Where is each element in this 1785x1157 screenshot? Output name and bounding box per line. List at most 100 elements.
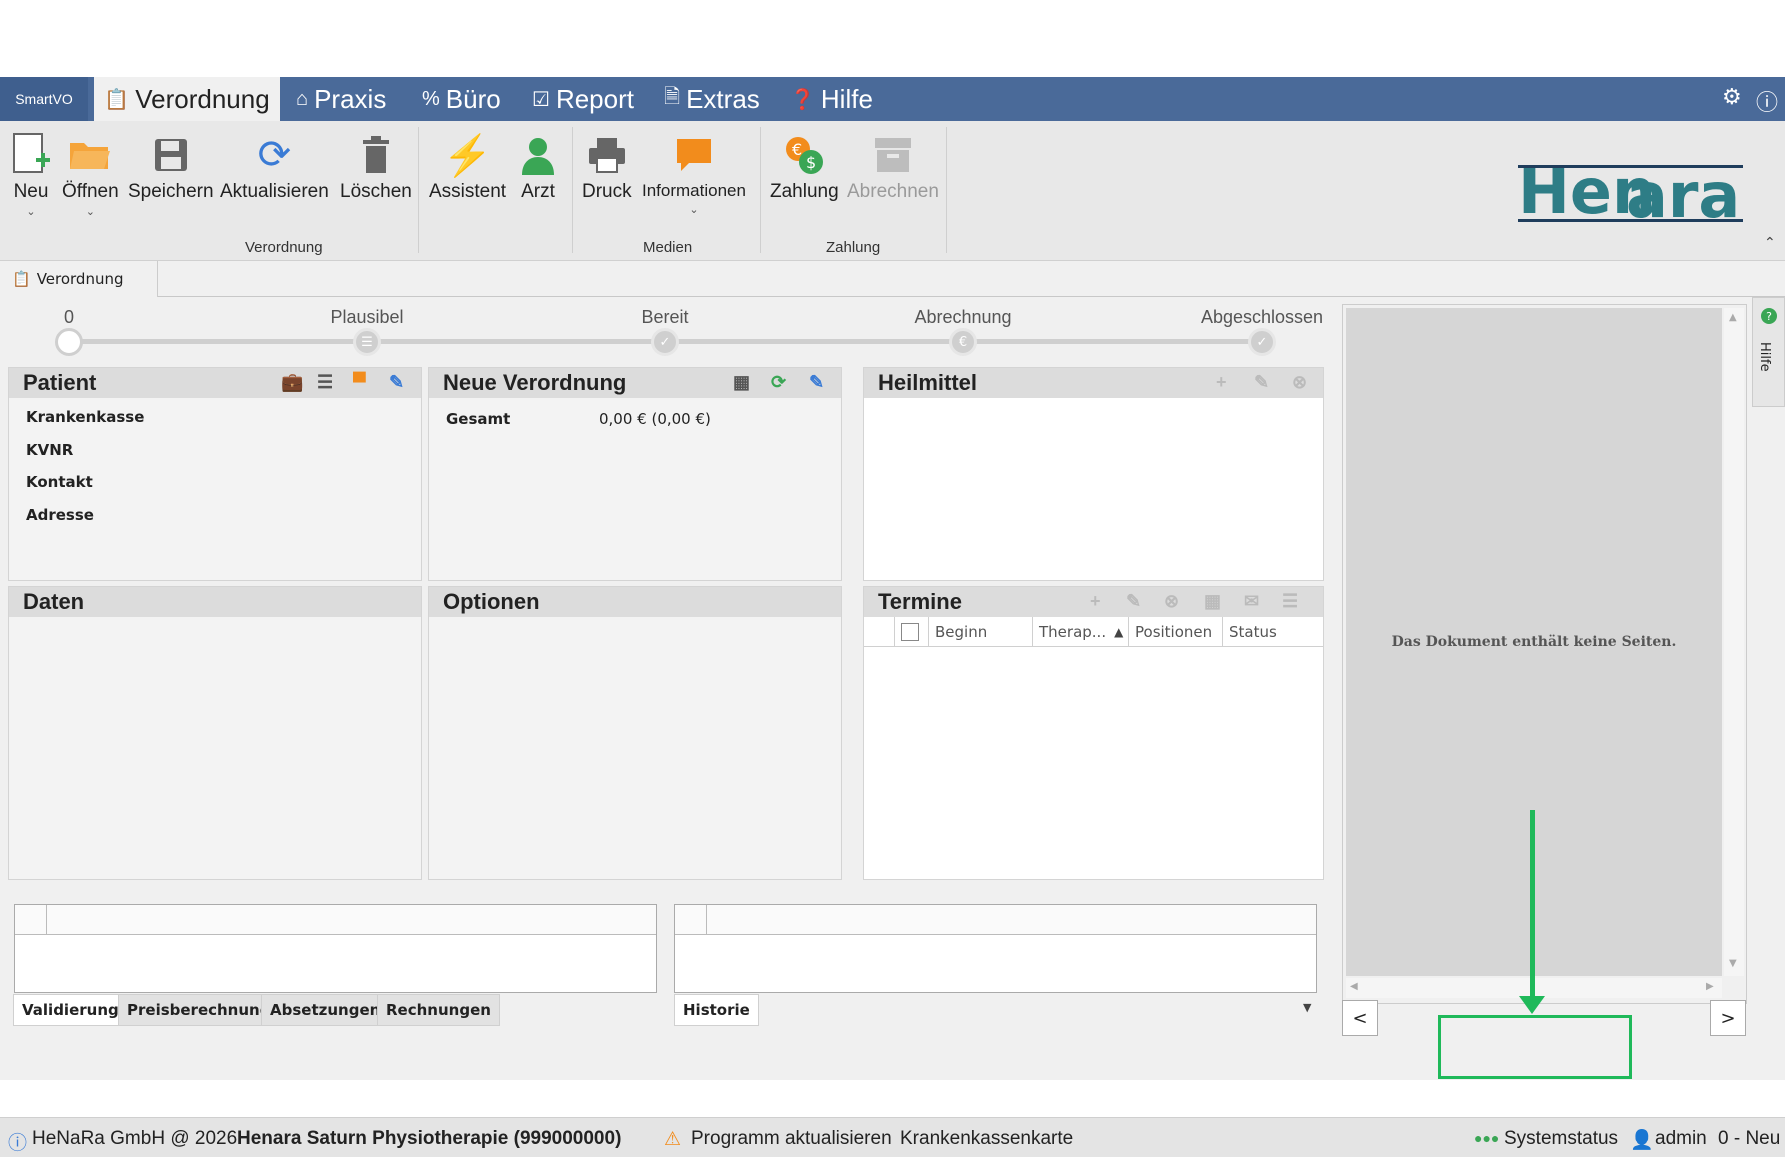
tab-historie[interactable]: Historie: [674, 994, 759, 1026]
tab-label: Büro: [445, 83, 501, 114]
scroll-down-icon[interactable]: ▼: [1729, 958, 1737, 969]
tab-absetzungen[interactable]: Absetzungen: [261, 994, 390, 1026]
ribbon-separator: [418, 127, 419, 253]
calendar-icon[interactable]: ▦: [733, 372, 750, 393]
assistent-button[interactable]: ⚡ Assistent: [429, 129, 506, 203]
percent-icon: %: [422, 87, 440, 110]
clipboard-check-icon: ☑: [532, 88, 550, 111]
column-header-status[interactable]: Status: [1222, 617, 1324, 647]
tab-preisberechnung[interactable]: Preisberechnung: [118, 994, 280, 1026]
step-label: 0: [63, 307, 75, 327]
gesamt-label: Gesamt: [446, 410, 511, 428]
smartvo-button[interactable]: SmartVO: [0, 77, 88, 121]
gear-icon[interactable]: ⚙: [1722, 85, 1742, 110]
oeffnen-button[interactable]: Öffnen ⌄: [62, 129, 119, 218]
document-tab-verordnung[interactable]: 📋 Verordnung: [0, 261, 158, 297]
health-card-link[interactable]: Krankenkassenkarte: [900, 1128, 1073, 1150]
remove-icon[interactable]: ⊗: [1164, 591, 1179, 612]
tab-label: Hilfe: [820, 83, 873, 114]
collapse-ribbon-icon[interactable]: ⌃: [1764, 235, 1776, 251]
tab-validierung[interactable]: Validierung: [13, 994, 128, 1026]
column-label: Status: [1229, 623, 1277, 641]
menubar: SmartVO 📋 Verordnung ⌂ Praxis % Büro ☑ R…: [0, 77, 1785, 121]
ribbon-separator: [946, 127, 947, 253]
druck-button[interactable]: Druck: [582, 129, 632, 203]
remove-icon[interactable]: ⊗: [1292, 372, 1307, 393]
column-header-therapeut[interactable]: Therap... ▲: [1032, 617, 1128, 647]
chevron-down-icon: ⌄: [26, 206, 36, 218]
scroll-up-icon[interactable]: ▲: [1729, 312, 1737, 323]
tab-praxis[interactable]: ⌂ Praxis: [296, 77, 386, 121]
save-icon: [153, 129, 189, 181]
refresh-icon[interactable]: ⟳: [771, 372, 786, 393]
chat-icon[interactable]: ▀: [353, 372, 366, 393]
briefcase-icon[interactable]: 💼: [281, 372, 303, 393]
dropdown-arrow-icon[interactable]: ▼: [1303, 1001, 1311, 1014]
button-label: Assistent: [429, 181, 507, 202]
help-icon: ❓: [790, 88, 815, 111]
ribbon: Neu ⌄ Öffnen ⌄ Speichern ⟳ Aktualisieren…: [0, 121, 1785, 261]
button-label: Arzt: [521, 181, 555, 202]
tab-buero[interactable]: % Büro: [422, 77, 501, 121]
document-preview: Das Dokument enthält keine Seiten. ▲ ▼ ◀…: [1342, 304, 1747, 1004]
neu-button[interactable]: Neu ⌄: [12, 129, 50, 218]
button-label: Löschen: [340, 181, 412, 202]
arzt-button[interactable]: Arzt: [520, 129, 556, 203]
previous-page-button[interactable]: <: [1342, 1000, 1378, 1036]
informationen-button[interactable]: Informationen ⌄: [642, 129, 746, 216]
step-dot-bereit: ✓: [651, 328, 679, 356]
help-side-tab[interactable]: ? Hilfe: [1752, 297, 1785, 407]
step-dot-abrechnung: €: [949, 328, 977, 356]
systemstatus-button[interactable]: Systemstatus: [1504, 1128, 1618, 1150]
update-link[interactable]: Programm aktualisieren: [691, 1128, 892, 1150]
clipboard-icon: 📋: [12, 270, 31, 288]
sort-ascending-icon: ▲: [1114, 625, 1124, 639]
loeschen-button[interactable]: Löschen: [340, 129, 412, 203]
mail-icon[interactable]: ✉: [1244, 591, 1259, 612]
zahlung-button[interactable]: € $ Zahlung: [770, 129, 839, 203]
column-header-beginn[interactable]: Beginn: [928, 617, 1024, 647]
chevron-down-icon: ⌄: [85, 206, 95, 218]
tab-label: Rechnungen: [386, 1001, 491, 1019]
step-label: Bereit: [641, 307, 689, 327]
edit-icon[interactable]: ✎: [389, 372, 404, 393]
vertical-scrollbar[interactable]: ▲ ▼: [1724, 308, 1744, 976]
practice-label[interactable]: Henara Saturn Physiotherapie (999000000): [237, 1128, 621, 1150]
add-icon[interactable]: +: [1090, 591, 1101, 612]
grid-header-cell: [675, 905, 707, 935]
column-label: Beginn: [935, 623, 988, 641]
aktualisieren-button[interactable]: ⟳ Aktualisieren: [220, 129, 329, 203]
column-header-positionen[interactable]: Positionen: [1128, 617, 1222, 647]
calendar-icon[interactable]: ▦: [1204, 591, 1221, 612]
document-tab-label: Verordnung: [36, 270, 124, 288]
abrechnen-button[interactable]: Abrechnen: [847, 129, 939, 203]
termine-panel-header: Termine + ✎ ⊗ ▦ ✉ ☰: [864, 587, 1323, 617]
scroll-left-icon[interactable]: ◀: [1350, 981, 1358, 992]
add-icon[interactable]: +: [1216, 372, 1227, 393]
tab-rechnungen[interactable]: Rechnungen: [377, 994, 500, 1026]
edit-icon[interactable]: ✎: [1126, 591, 1141, 612]
tab-label: Extras: [686, 83, 760, 114]
refresh-icon: ⟳: [257, 133, 292, 177]
info-icon[interactable]: ⓘ: [1756, 85, 1778, 117]
edit-icon[interactable]: ✎: [809, 372, 824, 393]
user-label[interactable]: admin: [1655, 1128, 1707, 1150]
tab-report[interactable]: ☑ Report: [532, 77, 634, 121]
tab-label: Validierung: [22, 1001, 119, 1019]
select-all-checkbox[interactable]: [901, 623, 919, 641]
help-side-label: Hilfe: [1757, 342, 1772, 372]
tab-verordnung[interactable]: 📋 Verordnung: [94, 77, 280, 121]
ribbon-separator: [760, 127, 761, 253]
lightning-icon: ⚡: [442, 133, 493, 178]
scroll-right-icon[interactable]: ▶: [1706, 981, 1714, 992]
speichern-button[interactable]: Speichern: [128, 129, 214, 203]
tab-hilfe[interactable]: ❓ Hilfe: [790, 77, 873, 121]
edit-icon[interactable]: ✎: [1254, 372, 1269, 393]
daten-panel: Daten: [8, 586, 422, 880]
status-dots-icon: ●●●: [1474, 1130, 1500, 1146]
list-icon[interactable]: ☰: [1282, 591, 1298, 612]
list-icon[interactable]: ☰: [317, 372, 333, 393]
tab-extras[interactable]: 🗎 Extras: [664, 77, 760, 121]
column-label: Positionen: [1135, 623, 1213, 641]
next-page-button[interactable]: >: [1710, 1000, 1746, 1036]
